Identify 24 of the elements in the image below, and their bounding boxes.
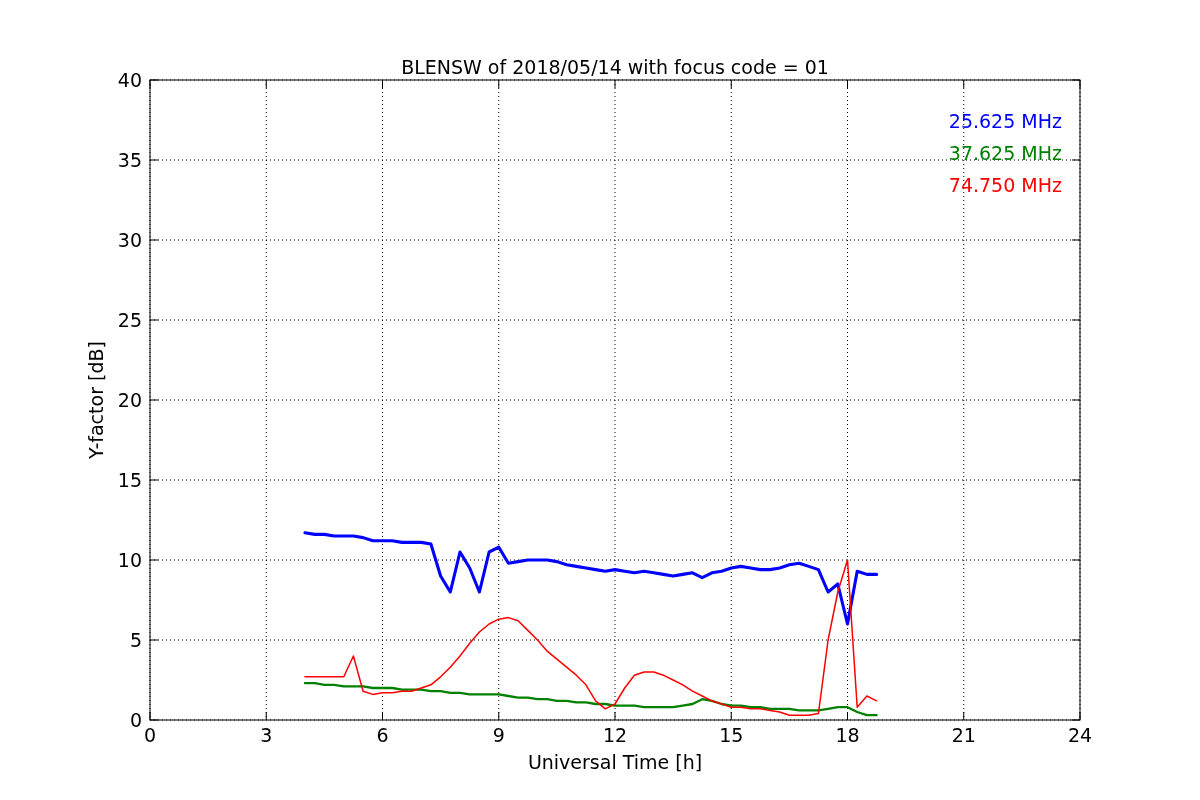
y-axis-label: Y-factor [dB] [85, 341, 107, 459]
legend-entry: 37.625 MHz [948, 142, 1062, 164]
y-tick-label: 5 [129, 629, 142, 651]
x-tick-label: 18 [835, 724, 860, 746]
x-tick-label: 21 [951, 724, 976, 746]
y-tick-label: 25 [117, 309, 142, 331]
y-tick-label: 15 [117, 469, 142, 491]
legend-entry: 74.750 MHz [948, 174, 1062, 196]
y-tick-label: 40 [117, 69, 142, 91]
chart-title: BLENSW of 2018/05/14 with focus code = 01 [401, 56, 829, 78]
x-tick-label: 12 [602, 724, 628, 746]
y-tick-label: 35 [117, 149, 142, 171]
legend-entry: 25.625 MHz [948, 110, 1062, 132]
x-tick-label: 0 [143, 724, 157, 746]
y-tick-label: 0 [129, 709, 142, 731]
x-axis-label: Universal Time [h] [527, 751, 703, 773]
x-tick-label: 24 [1067, 724, 1093, 746]
y-tick-label: 10 [117, 549, 142, 571]
x-tick-label: 3 [260, 724, 273, 746]
x-tick-label: 6 [376, 724, 389, 746]
x-tick-label: 9 [492, 724, 505, 746]
y-tick-label: 20 [117, 389, 142, 411]
y-tick-label: 30 [117, 229, 142, 251]
x-tick-label: 15 [719, 724, 744, 746]
